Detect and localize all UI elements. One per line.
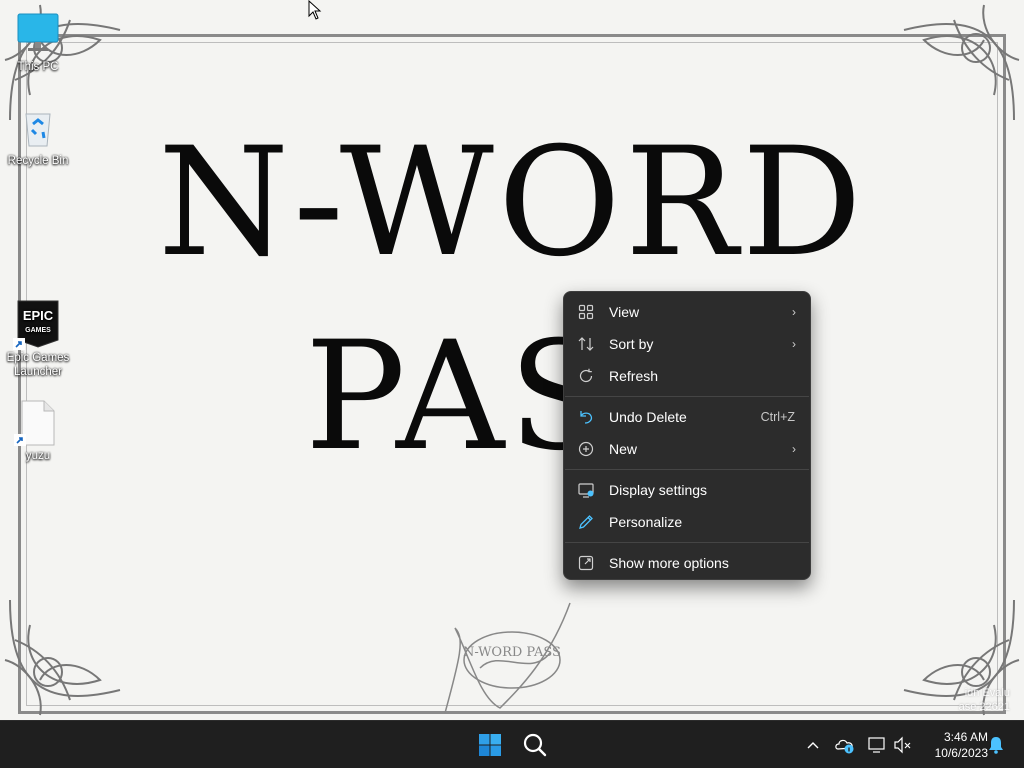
menu-item-label: Personalize [609, 514, 683, 530]
menu-item-personalize[interactable]: Personalize [568, 506, 806, 538]
file-icon [14, 400, 56, 446]
desktop-icon-recycle-bin[interactable]: Recycle Bin [0, 110, 76, 168]
desktop-icon-label: Epic Games Launcher [6, 352, 70, 378]
chevron-right-icon: › [792, 442, 796, 456]
menu-item-sort-by[interactable]: Sort by › [568, 328, 806, 360]
menu-separator [565, 396, 809, 397]
menu-item-new[interactable]: New › [568, 433, 806, 465]
menu-item-label: Display settings [609, 482, 708, 498]
desktop-icon-epic-games[interactable]: EPIC GAMES Epic Games Launcher [0, 300, 76, 379]
menu-item-label: Sort by [609, 336, 654, 352]
signature-logo-icon: N-WORD PASS [444, 602, 571, 714]
recycle-bin-icon [25, 113, 51, 147]
refresh-icon [579, 368, 593, 383]
shortcut-arrow-icon [13, 338, 25, 350]
network-icon[interactable] [867, 735, 887, 755]
menu-item-label: Refresh [609, 368, 659, 384]
menu-separator [565, 542, 809, 543]
taskbar: 3:46 AM 10/6/2023 [0, 720, 1024, 768]
svg-text:N-WORD PASS: N-WORD PASS [463, 645, 561, 660]
bell-icon[interactable] [987, 735, 1005, 755]
wallpaper-title-line1: N-WORD [157, 116, 867, 290]
expand-icon [578, 555, 594, 571]
chevron-right-icon: › [792, 337, 796, 351]
menu-item-display-settings[interactable]: Display settings [568, 474, 806, 506]
keyboard-shortcut: Ctrl+Z [760, 410, 795, 424]
menu-item-label: New [609, 441, 638, 457]
grid-icon [578, 304, 594, 320]
menu-item-undo-delete[interactable]: Undo Delete Ctrl+Z [568, 401, 806, 433]
clock[interactable]: 3:46 AM 10/6/2023 [918, 729, 988, 761]
volume-muted-icon[interactable] [893, 735, 913, 755]
plus-circle-icon [578, 441, 594, 457]
svg-text:GAMES: GAMES [25, 327, 51, 334]
desktop-background[interactable]: N-WORD PASS N-WORD PASS idn Evalu ase 22… [0, 0, 1024, 720]
watermark-line: ase 22621 [958, 701, 1010, 713]
chevron-up-icon[interactable] [805, 738, 821, 752]
undo-icon [580, 411, 593, 424]
windows-evaluation-watermark: idn Evalu ase 22621 [959, 686, 1010, 714]
sort-icon [578, 337, 594, 351]
menu-separator [565, 469, 809, 470]
svg-text:EPIC: EPIC [23, 308, 54, 323]
shortcut-arrow-icon [14, 434, 26, 446]
menu-item-label: View [609, 304, 640, 320]
windows-logo-icon [479, 734, 501, 756]
desktop-icon-label: This PC [17, 61, 59, 73]
wallpaper-title-line2: PASS [304, 310, 720, 484]
start-button[interactable] [474, 729, 506, 761]
display-icon [578, 483, 594, 498]
onedrive-icon[interactable] [834, 735, 856, 755]
menu-item-label: Show more options [609, 555, 729, 571]
menu-item-view[interactable]: View › [568, 296, 806, 328]
mouse-cursor-icon [308, 0, 322, 20]
search-icon [523, 733, 547, 757]
pen-icon [579, 515, 593, 529]
desktop-icon-this-pc[interactable]: This PC [0, 10, 76, 74]
desktop-icon-label: yuzu [25, 450, 51, 462]
desktop-context-menu: View › Sort by › Refresh Undo Delete Ctr… [563, 291, 811, 580]
menu-item-refresh[interactable]: Refresh [568, 360, 806, 392]
menu-item-label: Undo Delete [609, 409, 687, 425]
clock-date: 10/6/2023 [934, 746, 988, 760]
chevron-right-icon: › [792, 305, 796, 319]
search-button[interactable] [519, 729, 551, 761]
watermark-line: idn Evalu [964, 687, 1010, 699]
menu-item-show-more-options[interactable]: Show more options [568, 547, 806, 579]
clock-time: 3:46 AM [943, 730, 988, 744]
this-pc-icon [17, 13, 59, 51]
desktop-icon-yuzu[interactable]: yuzu [0, 400, 76, 463]
epic-games-icon: EPIC GAMES [13, 300, 59, 350]
desktop-icon-label: Recycle Bin [7, 155, 69, 167]
ornament-corner-icon [4, 599, 121, 716]
